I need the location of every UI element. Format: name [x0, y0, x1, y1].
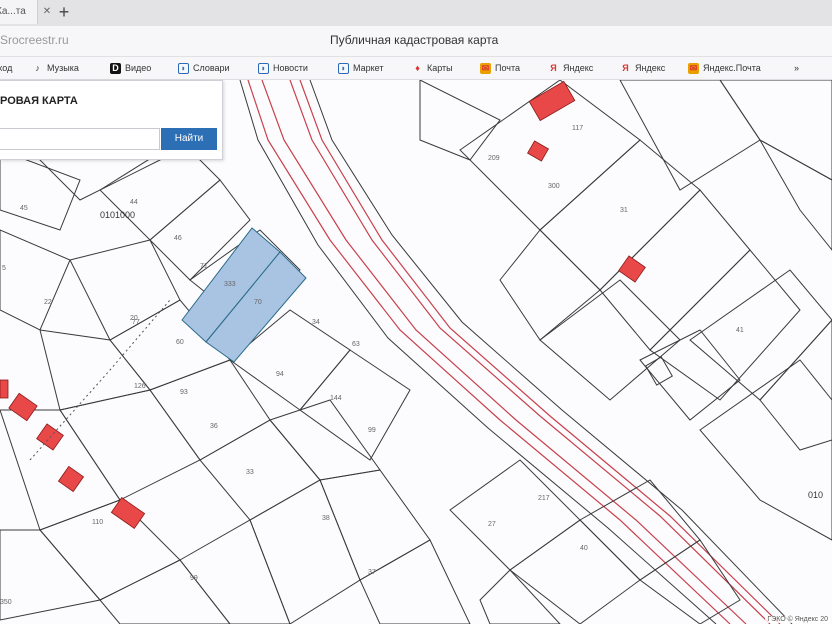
parcel-label: 117 [572, 125, 583, 132]
bookmarks-bar: Вход ♪Музыка DВидео ◗Словари ◗Новости ◗М… [0, 57, 832, 80]
parcel-label: 217 [538, 495, 550, 502]
parcel-label: 5 [2, 265, 6, 272]
parcel-label: 70 [254, 299, 262, 306]
yandex-icon: Я [550, 63, 557, 74]
parcel-label: 45 [20, 205, 28, 212]
parcel-label: 40 [580, 545, 588, 552]
bookmark-item[interactable]: Вход [0, 57, 12, 79]
bookmark-item[interactable]: ◗ Маркет [338, 57, 383, 79]
page-title: Публичная кадастровая карта [330, 33, 499, 47]
news-icon: ◗ [258, 63, 269, 75]
parcel-label: 22 [44, 299, 52, 306]
cadastral-map[interactable]: 44 46 71 333 70 34 63 94 144 99 60 77 93… [0, 80, 832, 624]
video-icon: D [110, 63, 121, 75]
parcel-label: 99 [368, 427, 376, 434]
close-tab-icon[interactable]: ✕ [40, 0, 54, 24]
address-bar: Sroсreestr.ru Публичная кадастровая карт… [0, 26, 832, 57]
parcel-label: 94 [276, 371, 284, 378]
bookmark-item[interactable]: Я Яндекс [620, 57, 665, 79]
parcel-label: 41 [736, 327, 744, 334]
parcel-label: 27 [488, 521, 496, 528]
parcel-label: 126 [134, 383, 146, 390]
search-panel: РОВАЯ КАРТА Найти [0, 80, 223, 160]
road-outline [239, 80, 793, 624]
dictionary-icon: ◗ [178, 63, 189, 75]
parcel-label: 44 [130, 199, 138, 206]
bookmark-item[interactable]: ✉ Почта [480, 57, 520, 79]
bookmark-item[interactable]: ◗ Словари [178, 57, 230, 79]
new-tab-button[interactable]: + [54, 2, 74, 22]
dotted-boundary [29, 299, 171, 461]
parcel-numbers: 44 46 71 333 70 34 63 94 144 99 60 77 93… [0, 125, 744, 606]
browser-tab[interactable]: Ка...та [0, 0, 38, 24]
parcel-label: 350 [0, 599, 12, 606]
parcel-label: 38 [322, 515, 330, 522]
url-field[interactable]: Sroсreestr.ru [0, 33, 69, 47]
bookmark-item[interactable]: D Видео [110, 57, 151, 79]
parcel-label: 36 [210, 423, 218, 430]
parcel-label: 20 [130, 315, 138, 322]
yandex-icon: Я [622, 63, 629, 74]
parcel-label: 31 [620, 207, 628, 214]
mail-icon: ✉ [480, 63, 491, 75]
parcel-label: 71 [200, 263, 208, 270]
music-icon: ♪ [35, 63, 40, 74]
bookmarks-more-button[interactable]: » [794, 57, 799, 79]
selected-parcel[interactable] [181, 227, 307, 363]
map-copyright: ГЭКО © Яндекс 20 [765, 616, 830, 623]
search-input[interactable] [0, 128, 160, 150]
parcel-label: 110 [92, 519, 103, 526]
parcel-label: 99 [190, 575, 198, 582]
parcel-boundaries-right [449, 80, 832, 624]
bookmark-item[interactable]: ◗ Новости [258, 57, 308, 79]
parcel-label: 37 [368, 569, 376, 576]
bookmark-item[interactable]: ✉ Яндекс.Почта [688, 57, 761, 79]
parcel-label: 60 [176, 339, 184, 346]
bookmark-item[interactable]: Я Яндекс [548, 57, 593, 79]
bookmark-item[interactable]: ♦ Карты [412, 57, 452, 79]
tab-bar: Ка...та ✕ + [0, 0, 832, 26]
mail-icon: ✉ [688, 63, 699, 75]
parcel-label: 46 [174, 235, 182, 242]
parcel-label: 34 [312, 319, 320, 326]
market-icon: ◗ [338, 63, 349, 75]
maps-icon: ♦ [415, 63, 420, 74]
parcel-label: 93 [180, 389, 188, 396]
quarter-label: 0101000 [100, 210, 136, 220]
tab-title: Ка...та [0, 6, 26, 17]
panel-title: РОВАЯ КАРТА [0, 95, 78, 107]
bookmark-item[interactable]: ♪ Музыка [32, 57, 79, 79]
parcel-label: 63 [352, 341, 360, 348]
parcel-label: 144 [330, 395, 342, 402]
quarter-label: 010 [808, 490, 824, 500]
parcel-label: 209 [488, 155, 500, 162]
search-button[interactable]: Найти [161, 128, 217, 150]
parcel-label: 33 [246, 469, 254, 476]
parcel-label: 333 [224, 281, 236, 288]
road [247, 80, 781, 624]
map-canvas[interactable]: 44 46 71 333 70 34 63 94 144 99 60 77 93… [0, 80, 832, 624]
parcel-label: 300 [548, 183, 560, 190]
